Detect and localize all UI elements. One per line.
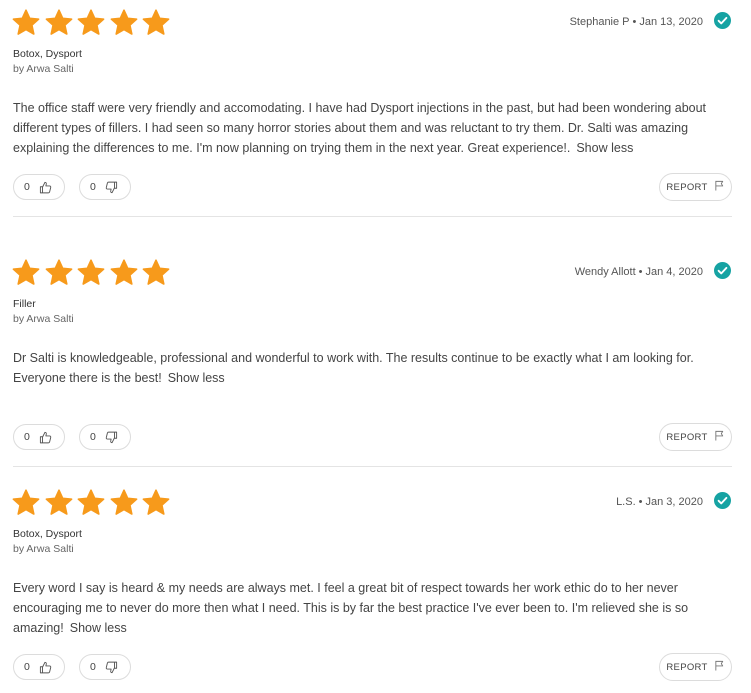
star-icon — [142, 9, 170, 35]
review-author: Wendy Allott — [574, 266, 636, 278]
flag-icon — [714, 430, 725, 444]
helpful-count: 0 — [24, 431, 30, 443]
star-rating — [12, 9, 170, 36]
review-treatments: Botox, Dysport — [13, 528, 82, 540]
review-provider: by Arwa Salti — [13, 543, 74, 555]
thumbs-down-icon — [105, 181, 118, 194]
star-icon — [142, 489, 170, 515]
thumbs-up-icon — [39, 181, 52, 194]
review-meta: Wendy Allott • Jan 4, 2020 — [575, 266, 703, 278]
review-treatments: Botox, Dysport — [13, 48, 82, 60]
unhelpful-button[interactable]: 0 — [79, 424, 131, 450]
flag-icon — [714, 660, 725, 674]
star-icon — [77, 259, 105, 285]
star-icon — [77, 9, 105, 35]
review-text: The office staff were very friendly and … — [13, 98, 735, 158]
review-card: L.S. • Jan 3, 2020 Botox, Dysport by Arwa … — [0, 480, 751, 693]
unhelpful-count: 0 — [90, 181, 96, 193]
report-label: REPORT — [666, 431, 708, 443]
star-icon — [110, 489, 137, 515]
review-date: Jan 13, 2020 — [639, 16, 703, 28]
star-icon — [45, 259, 72, 285]
review-divider — [13, 216, 732, 217]
unhelpful-button[interactable]: 0 — [79, 654, 131, 680]
review-author: Stephanie P — [569, 16, 630, 28]
report-button[interactable]: REPORT — [659, 173, 732, 201]
star-icon — [45, 9, 72, 35]
review-text: Dr Salti is knowledgeable, professional … — [13, 348, 735, 388]
show-less-link[interactable]: Show less — [70, 621, 127, 635]
thumbs-up-icon — [39, 661, 52, 674]
review-text: Every word I say is heard & my needs are… — [13, 578, 735, 638]
unhelpful-count: 0 — [90, 431, 96, 443]
unhelpful-button[interactable]: 0 — [79, 174, 131, 200]
helpful-button[interactable]: 0 — [13, 174, 65, 200]
review-body: Dr Salti is knowledgeable, professional … — [13, 351, 694, 385]
review-provider: by Arwa Salti — [13, 63, 74, 75]
meta-separator: • — [638, 496, 643, 508]
star-rating — [12, 489, 170, 516]
meta-separator: • — [638, 266, 643, 278]
check-circle-icon — [714, 492, 731, 509]
helpful-count: 0 — [24, 661, 30, 673]
review-author: L.S. — [616, 496, 636, 508]
meta-separator: • — [632, 16, 637, 28]
star-icon — [12, 259, 40, 285]
review-card: Wendy Allott • Jan 4, 2020 Filler by Arwa … — [0, 250, 751, 470]
flag-icon — [714, 180, 725, 194]
review-date: Jan 3, 2020 — [645, 496, 704, 508]
unhelpful-count: 0 — [90, 661, 96, 673]
helpful-button[interactable]: 0 — [13, 424, 65, 450]
star-rating — [12, 259, 170, 286]
show-less-link[interactable]: Show less — [168, 371, 225, 385]
report-label: REPORT — [666, 661, 708, 673]
review-provider: by Arwa Salti — [13, 313, 74, 325]
thumbs-down-icon — [105, 431, 118, 444]
review-meta: L.S. • Jan 3, 2020 — [616, 496, 703, 508]
review-date: Jan 4, 2020 — [645, 266, 704, 278]
report-button[interactable]: REPORT — [659, 423, 732, 451]
star-icon — [45, 489, 72, 515]
helpful-count: 0 — [24, 181, 30, 193]
helpful-button[interactable]: 0 — [13, 654, 65, 680]
report-button[interactable]: REPORT — [659, 653, 732, 681]
check-circle-icon — [714, 262, 731, 279]
report-label: REPORT — [666, 181, 708, 193]
check-circle-icon — [714, 12, 731, 29]
star-icon — [77, 489, 105, 515]
star-icon — [12, 9, 40, 35]
review-treatments: Filler — [13, 298, 36, 310]
review-card: Stephanie P • Jan 13, 2020 Botox, Dysport … — [0, 0, 751, 220]
review-meta: Stephanie P • Jan 13, 2020 — [570, 16, 703, 28]
thumbs-up-icon — [39, 431, 52, 444]
star-icon — [110, 9, 137, 35]
review-divider — [13, 466, 732, 467]
thumbs-down-icon — [105, 661, 118, 674]
show-less-link[interactable]: Show less — [576, 141, 633, 155]
star-icon — [142, 259, 170, 285]
star-icon — [110, 259, 137, 285]
star-icon — [12, 489, 40, 515]
